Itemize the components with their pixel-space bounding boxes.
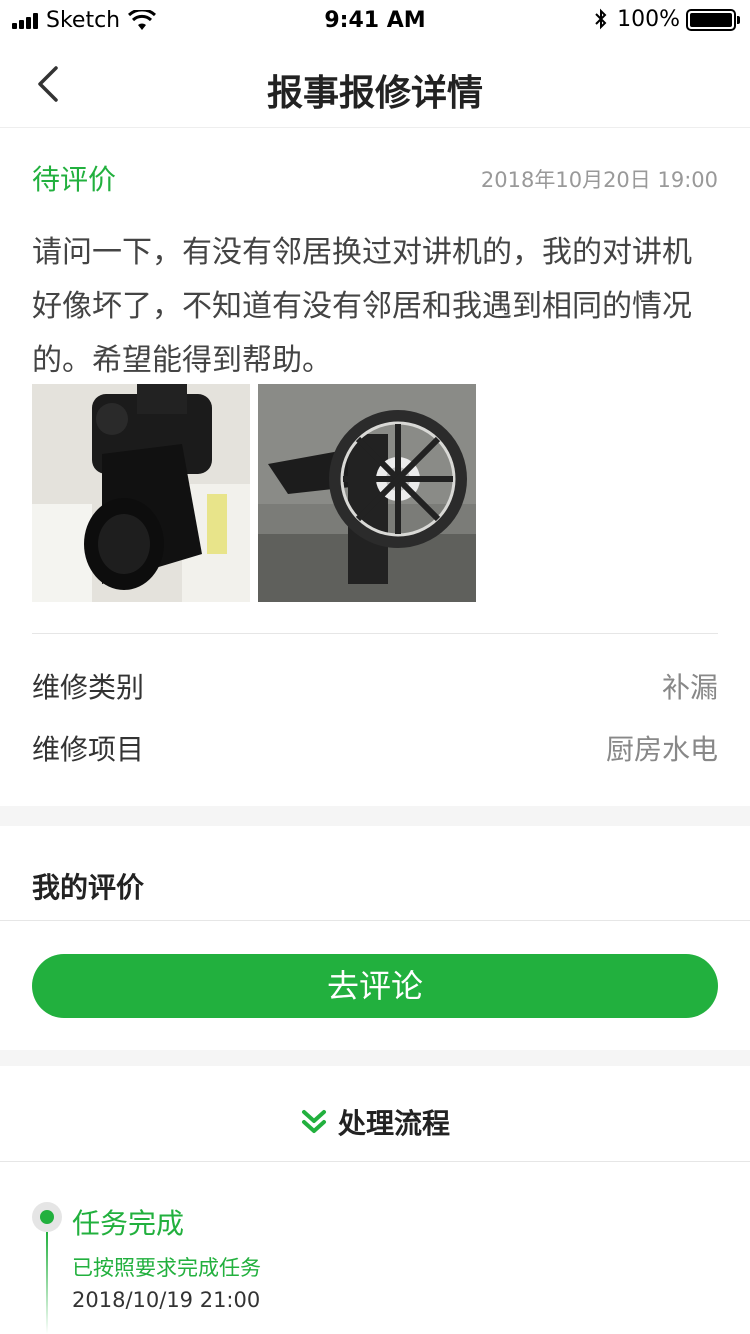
step-title: 任务完成 bbox=[72, 1207, 185, 1240]
process-flow-card: 处理流程 任务完成 已按照要求完成任务 2018/10/19 21:00 bbox=[0, 1066, 750, 1334]
status-bar: Sketch 9:41 AM 100% bbox=[0, 0, 750, 40]
divider bbox=[0, 920, 750, 921]
page-title: 报事报修详情 bbox=[266, 73, 483, 114]
timeline-line bbox=[46, 1232, 48, 1334]
timeline-dot bbox=[32, 1202, 62, 1232]
report-card: 待评价 2018年10月20日 19:00 请问一下，有没有邻居换过对讲机的，我… bbox=[0, 128, 750, 806]
review-card: 我的评价 去评论 bbox=[0, 826, 750, 1050]
review-title: 我的评价 bbox=[32, 871, 145, 904]
photo-gallery bbox=[32, 384, 484, 602]
status-bar-right: 100% bbox=[593, 7, 740, 32]
divider bbox=[32, 633, 718, 634]
sewing-machine-photo[interactable] bbox=[258, 384, 476, 602]
detail-row-item: 维修项目 厨房水电 bbox=[32, 728, 718, 768]
flow-header[interactable]: 处理流程 bbox=[0, 1102, 750, 1142]
double-chevron-down-icon bbox=[301, 1110, 326, 1133]
status-badge: 待评价 bbox=[32, 163, 117, 196]
navigation-bar: 报事报修详情 bbox=[0, 40, 750, 128]
report-date: 2018年10月20日 19:00 bbox=[480, 168, 718, 192]
camera-photo[interactable] bbox=[32, 384, 250, 602]
report-description: 请问一下，有没有邻居换过对讲机的，我的对讲机好像坏了，不知道有没有邻居和我遇到相… bbox=[32, 235, 692, 378]
bluetooth-icon bbox=[595, 8, 607, 29]
detail-value: 厨房水电 bbox=[605, 733, 718, 766]
battery-icon bbox=[686, 8, 740, 31]
detail-value: 补漏 bbox=[661, 671, 718, 704]
divider bbox=[0, 1161, 750, 1162]
step-subtitle: 已按照要求完成任务 bbox=[72, 1256, 261, 1280]
detail-label: 维修类别 bbox=[32, 671, 145, 704]
detail-row-category: 维修类别 补漏 bbox=[32, 666, 718, 706]
comment-button[interactable]: 去评论 bbox=[32, 954, 718, 1018]
step-time: 2018/10/19 21:00 bbox=[72, 1288, 261, 1312]
flow-title: 处理流程 bbox=[337, 1107, 450, 1140]
battery-percent: 100% bbox=[617, 7, 680, 32]
detail-label: 维修项目 bbox=[32, 733, 145, 766]
